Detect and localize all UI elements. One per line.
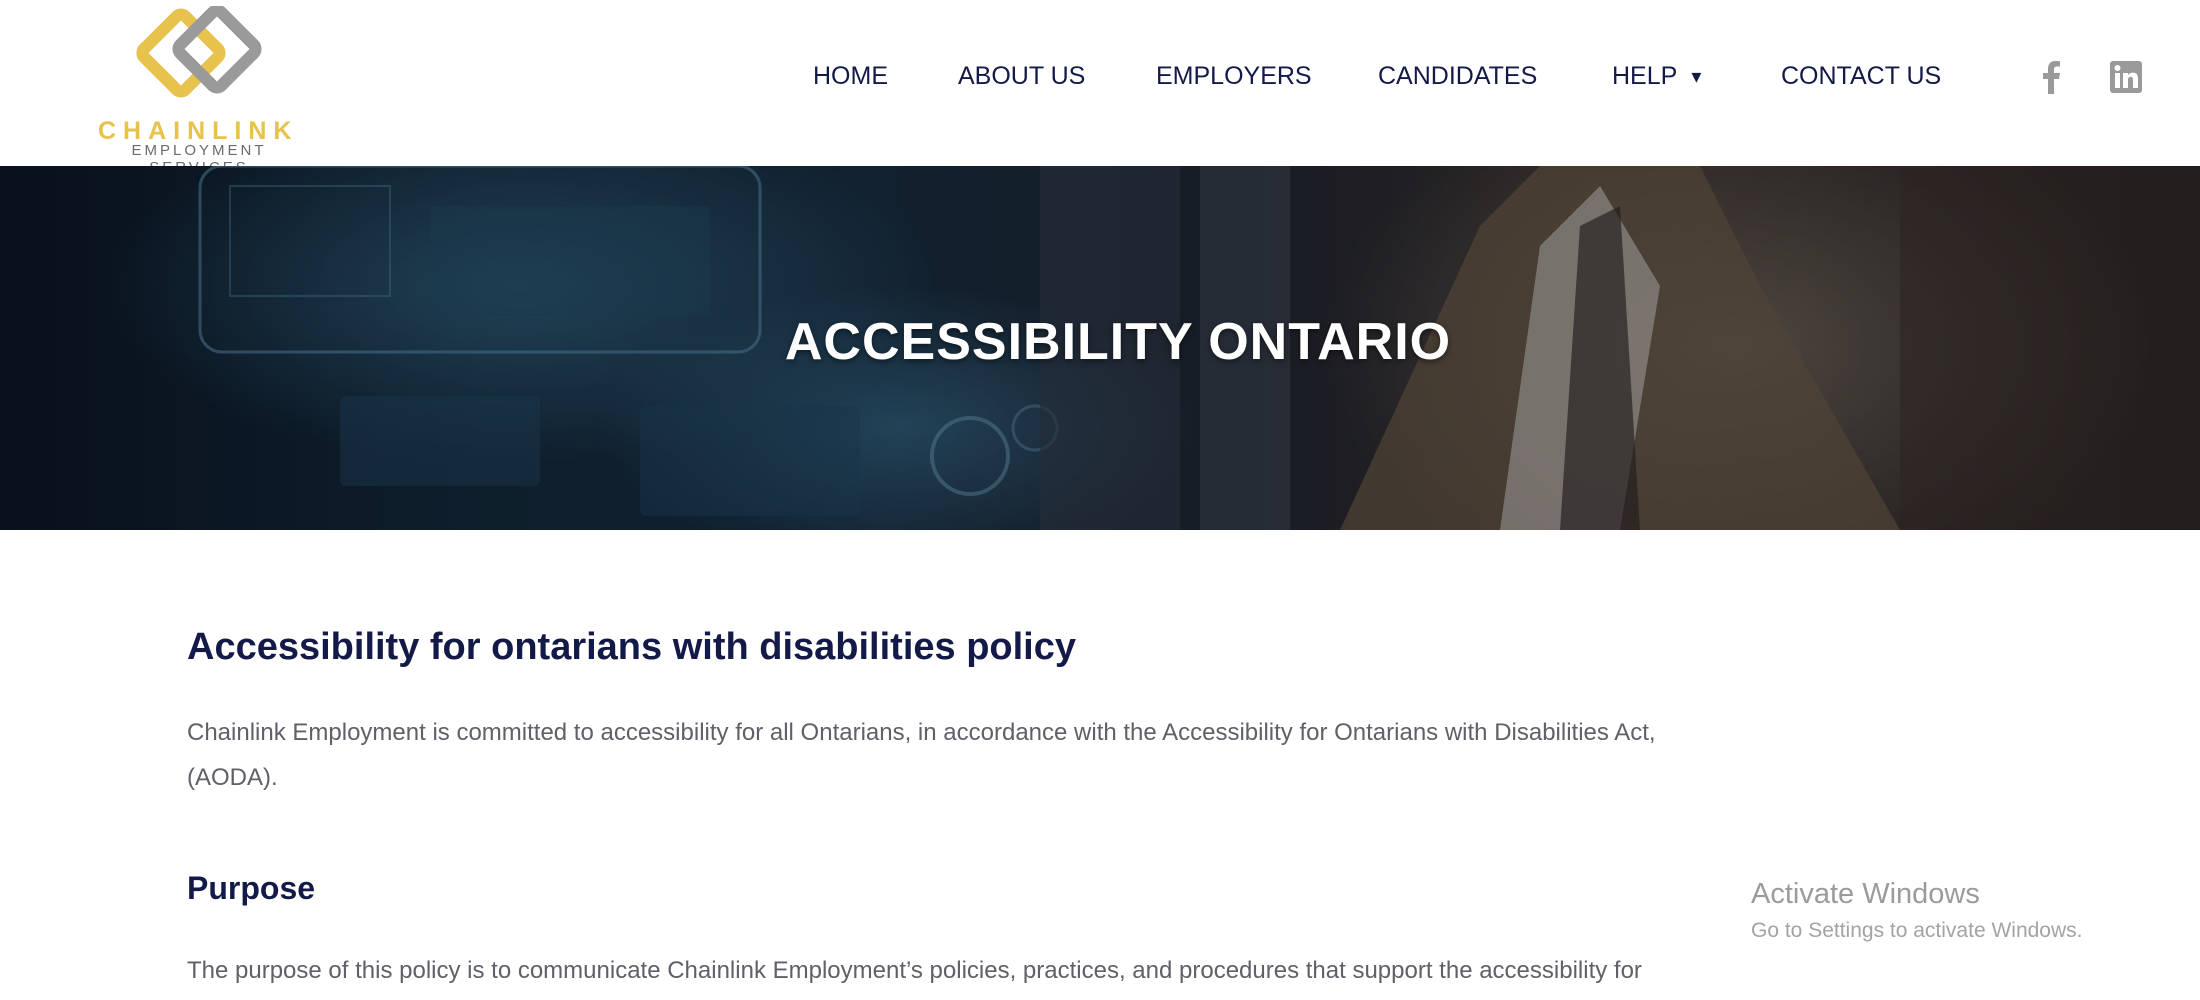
policy-intro-line-1: Chainlink Employment is committed to acc… [187,719,1656,746]
linkedin-icon[interactable] [2109,60,2143,94]
brand-logo[interactable]: CHAINLINK EMPLOYMENT SERVICES [86,6,316,176]
nav-help-label: HELP [1612,62,1678,90]
nav-home[interactable]: HOME [813,58,888,94]
policy-heading: Accessibility for ontarians with disabil… [187,626,1077,668]
nav-about-us[interactable]: ABOUT US [958,58,1085,94]
chainlink-logo-mark-icon [136,6,262,98]
nav-help[interactable]: HELP ▾ [1612,58,1701,95]
hero-banner: ACCESSIBILITY ONTARIO [0,166,2200,530]
facebook-icon[interactable] [2035,60,2069,94]
purpose-heading: Purpose [187,870,316,906]
activate-windows-subtitle: Go to Settings to activate Windows. [1751,919,2083,942]
nav-employers[interactable]: EMPLOYERS [1156,58,1312,94]
nav-candidates[interactable]: CANDIDATES [1378,58,1537,94]
nav-contact-us[interactable]: CONTACT US [1781,58,1941,94]
activate-windows-title: Activate Windows [1751,878,1980,910]
chevron-down-icon: ▾ [1691,66,1702,88]
site-header: CHAINLINK EMPLOYMENT SERVICES HOME ABOUT… [0,0,2200,176]
purpose-text: The purpose of this policy is to communi… [187,957,1642,984]
policy-intro-line-2: (AODA). [187,764,278,791]
hero-title: ACCESSIBILITY ONTARIO [784,313,1452,371]
